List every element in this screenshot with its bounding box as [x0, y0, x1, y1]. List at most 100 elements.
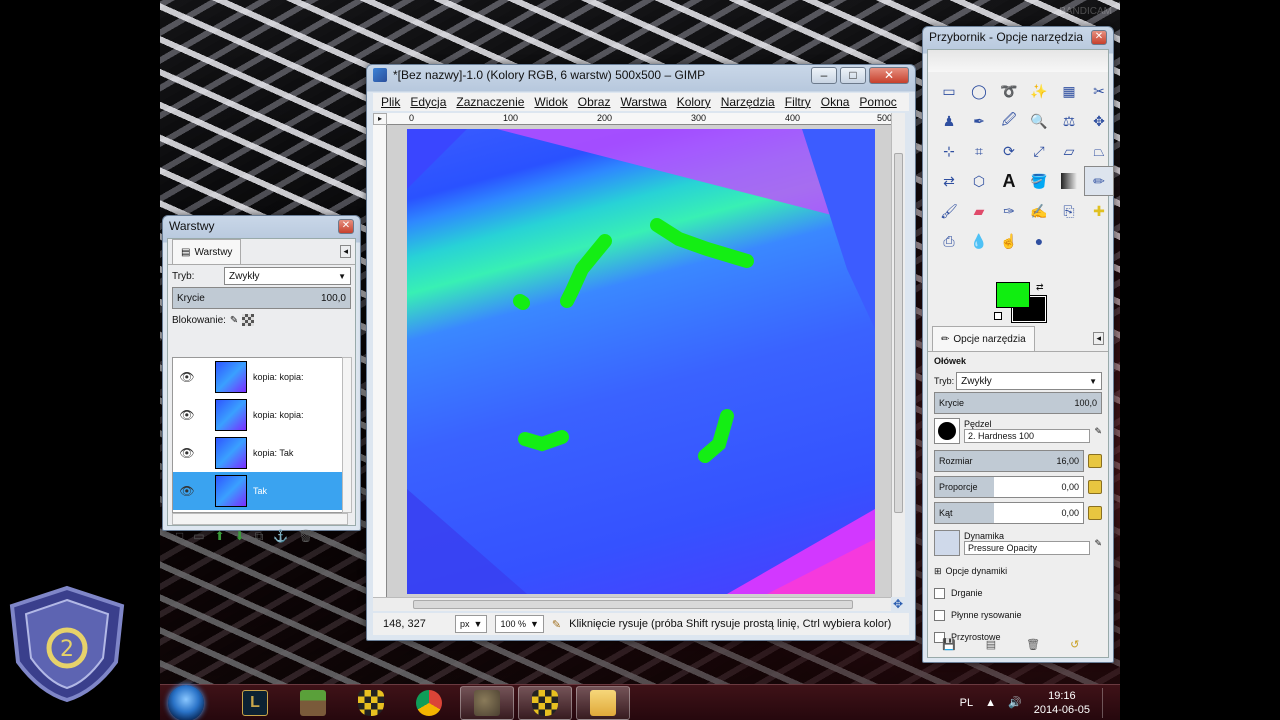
- perspective-icon[interactable]: ⏢: [1084, 136, 1114, 166]
- dynamics-preview-icon[interactable]: [934, 530, 960, 556]
- scissors-icon[interactable]: ✂: [1084, 76, 1114, 106]
- layer-opacity-slider[interactable]: Krycie 100,0: [172, 287, 351, 309]
- lower-layer-icon[interactable]: ⬇: [235, 529, 245, 544]
- gradient-icon[interactable]: [1061, 173, 1077, 189]
- layer-row-1[interactable]: 👁 kopia: kopia:: [173, 396, 347, 434]
- horizontal-scrollbar[interactable]: [373, 597, 891, 611]
- raise-layer-icon[interactable]: ⬆: [215, 529, 225, 544]
- reset-options-icon[interactable]: ↺: [1070, 638, 1079, 651]
- minimize-button[interactable]: –: [811, 66, 837, 84]
- volume-icon[interactable]: 🔊: [1008, 696, 1022, 709]
- new-layer-icon[interactable]: □: [176, 529, 183, 544]
- restore-options-icon[interactable]: ▤: [986, 638, 996, 651]
- paths-icon[interactable]: ✒: [964, 106, 994, 136]
- horizontal-ruler[interactable]: 0 100 200 300 400 500: [387, 113, 892, 125]
- eye-icon[interactable]: 👁: [173, 370, 201, 384]
- maximize-button[interactable]: □: [840, 66, 866, 84]
- dodge-burn-icon[interactable]: ●: [1024, 226, 1054, 256]
- fuzzy-select-icon[interactable]: ✨: [1024, 76, 1054, 106]
- ratio-slider[interactable]: Proporcje 0,00: [934, 476, 1084, 498]
- reset-ratio-icon[interactable]: [1088, 480, 1102, 494]
- canvas-area[interactable]: [387, 125, 891, 597]
- ellipse-select-icon[interactable]: ◯: [964, 76, 994, 106]
- shear-icon[interactable]: ▱: [1054, 136, 1084, 166]
- eraser-icon[interactable]: ▰: [964, 196, 994, 226]
- default-colors-icon[interactable]: [994, 312, 1002, 320]
- reset-size-icon[interactable]: [1088, 454, 1102, 468]
- measure-icon[interactable]: ⚖: [1054, 106, 1084, 136]
- toolbox-close-button[interactable]: ✕: [1091, 29, 1107, 45]
- layers-tab[interactable]: ▤ Warstwy: [172, 239, 242, 264]
- layer-row-3[interactable]: 👁 Tak: [173, 472, 347, 510]
- smooth-checkbox[interactable]: [934, 609, 945, 621]
- eye-icon[interactable]: 👁: [173, 408, 201, 422]
- rotate-icon[interactable]: ⟳: [994, 136, 1024, 166]
- heal-icon[interactable]: ✚: [1084, 196, 1114, 226]
- airbrush-icon[interactable]: ✑: [994, 196, 1024, 226]
- taskbar-gimp[interactable]: [460, 685, 514, 720]
- unit-select[interactable]: px ▼: [455, 615, 488, 633]
- color-picker-icon[interactable]: 🖉: [994, 106, 1024, 136]
- bucket-fill-icon[interactable]: 🪣: [1024, 166, 1054, 196]
- layer-row-0[interactable]: 👁 kopia: kopia:: [173, 358, 347, 396]
- eye-icon[interactable]: 👁: [173, 484, 201, 498]
- tray-arrow-icon[interactable]: ▲: [985, 697, 996, 709]
- tool-mode-select[interactable]: Zwykły ▼: [956, 372, 1102, 390]
- crop-icon[interactable]: ⌗: [964, 136, 994, 166]
- taskbar-shield-2[interactable]: [518, 685, 572, 720]
- color-select-icon[interactable]: ▦: [1054, 76, 1084, 106]
- taskbar-explorer[interactable]: [576, 685, 630, 720]
- menu-kolory[interactable]: Kolory: [677, 95, 711, 109]
- close-button[interactable]: ✕: [869, 66, 909, 84]
- toolbox-titlebar[interactable]: Przybornik - Opcje narzędzia ✕: [923, 27, 1113, 47]
- foreground-color-swatch[interactable]: [996, 282, 1030, 308]
- rect-select-icon[interactable]: ▭: [934, 76, 964, 106]
- foreground-select-icon[interactable]: ♟: [934, 106, 964, 136]
- start-button[interactable]: [168, 684, 204, 720]
- menu-obraz[interactable]: Obraz: [578, 95, 611, 109]
- taskbar-league[interactable]: L: [228, 686, 282, 720]
- vertical-scrollbar[interactable]: [891, 113, 905, 597]
- ink-icon[interactable]: ✍: [1024, 196, 1054, 226]
- anchor-layer-icon[interactable]: ⚓: [273, 529, 288, 544]
- menu-plik[interactable]: Plik: [381, 95, 400, 109]
- menu-zaznaczenie[interactable]: Zaznaczenie: [456, 95, 524, 109]
- reset-angle-icon[interactable]: [1088, 506, 1102, 520]
- gimp-titlebar[interactable]: *[Bez nazwy]-1.0 (Kolory RGB, 6 warstw) …: [367, 65, 915, 85]
- text-icon[interactable]: A: [994, 166, 1024, 196]
- image-canvas[interactable]: [407, 129, 875, 594]
- menu-filtry[interactable]: Filtry: [785, 95, 811, 109]
- tool-options-tab[interactable]: ✏ Opcje narzędzia: [932, 326, 1035, 351]
- lasso-icon[interactable]: ➰: [994, 76, 1024, 106]
- clock[interactable]: 19:16 2014-06-05: [1034, 689, 1090, 717]
- tab-menu-icon[interactable]: ◂: [340, 245, 351, 258]
- menu-warstwa[interactable]: Warstwa: [620, 95, 666, 109]
- tool-opacity-slider[interactable]: Krycie 100,0: [934, 392, 1102, 414]
- delete-options-icon[interactable]: 🗑: [1026, 638, 1040, 651]
- zoom-select[interactable]: 100 % ▼: [495, 615, 544, 633]
- menu-okna[interactable]: Okna: [821, 95, 850, 109]
- tab-menu-icon[interactable]: ◂: [1093, 332, 1104, 345]
- pencil-icon[interactable]: ✏: [1084, 166, 1114, 196]
- layers-titlebar[interactable]: Warstwy ✕: [163, 216, 360, 236]
- edit-dynamics-icon[interactable]: ✎: [1094, 538, 1102, 549]
- edit-brush-icon[interactable]: ✎: [1094, 426, 1102, 437]
- horizontal-scroll-thumb[interactable]: [413, 600, 853, 609]
- vertical-ruler[interactable]: [373, 125, 387, 597]
- menu-narzedzia[interactable]: Narzędzia: [721, 95, 775, 109]
- paintbrush-icon[interactable]: 🖌: [934, 196, 964, 226]
- cage-icon[interactable]: ⬡: [964, 166, 994, 196]
- taskbar-shield-1[interactable]: [344, 686, 398, 720]
- move-icon[interactable]: ✥: [1084, 106, 1114, 136]
- show-desktop-button[interactable]: [1102, 687, 1110, 718]
- menu-edycja[interactable]: Edycja: [410, 95, 446, 109]
- zoom-icon[interactable]: 🔍: [1024, 106, 1054, 136]
- angle-slider[interactable]: Kąt 0,00: [934, 502, 1084, 524]
- menu-pomoc[interactable]: Pomoc: [859, 95, 896, 109]
- brush-preview[interactable]: [934, 418, 960, 444]
- flip-icon[interactable]: ⇄: [934, 166, 964, 196]
- align-icon[interactable]: ⊹: [934, 136, 964, 166]
- dynamics-value[interactable]: Pressure Opacity: [964, 541, 1091, 555]
- size-slider[interactable]: Rozmiar 16,00: [934, 450, 1084, 472]
- save-options-icon[interactable]: 💾: [942, 638, 956, 651]
